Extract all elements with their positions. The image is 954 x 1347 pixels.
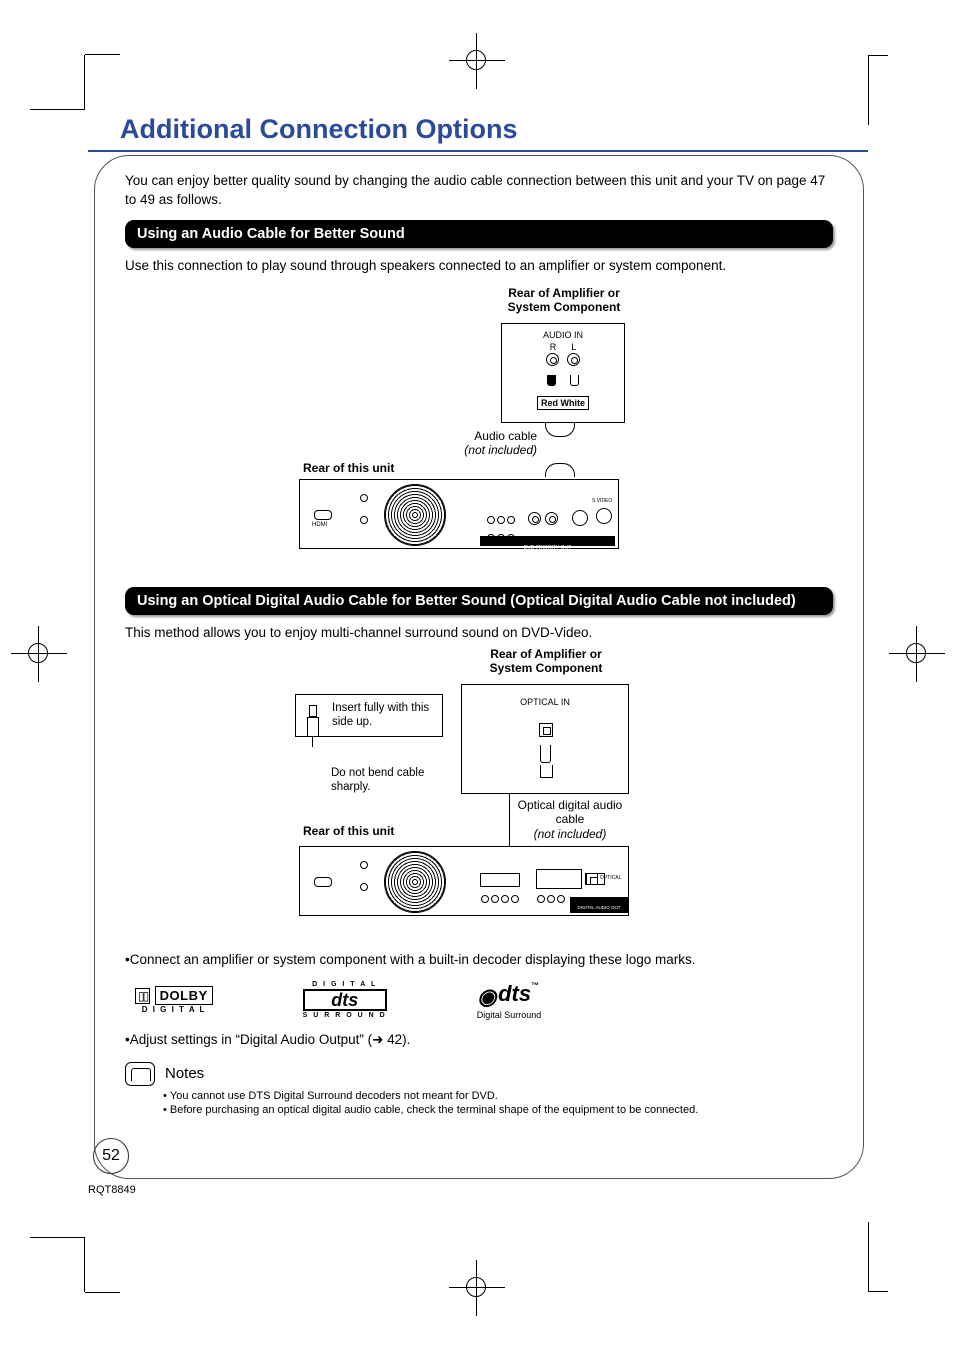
plug-tip-icon [540,765,553,778]
notes-heading-row: Notes [125,1062,833,1086]
content-frame: You can enjoy better quality sound by ch… [94,155,864,1179]
insert-text-1: Insert fully with this side up. [332,702,429,728]
document-number: RQT8849 [88,1184,136,1196]
optical-plug-icon [302,701,324,739]
output-strip: DIGITAL AUDIO OUT (PCM/BITSTREAM) [570,897,628,913]
section-heading-audio-cable: Using an Audio Cable for Better Sound [125,220,833,248]
registration-mark-icon [906,643,926,663]
rca-jack-icon [545,512,558,525]
fan-icon [384,484,446,546]
dolby-logo-icon: ▯▯ DOLBY D I G I T A L [135,986,213,1014]
dolby-text: DOLBY [155,986,213,1005]
plug-icon [570,375,579,386]
diagram-optical-cable: Rear of Amplifier or System Component OP… [125,648,833,948]
cable-line [545,463,575,477]
unit-label: Rear of this unit [303,824,394,838]
dts-surround-logo-icon: D I G I T A L dts S U R R O U N D [303,981,387,1019]
screw-icon [360,883,368,891]
insert-instructions: Insert fully with this side up. [295,694,443,737]
dts-surround: S U R R O U N D [303,1012,387,1019]
crop-mark-icon [30,55,85,110]
section2-body: This method allows you to enjoy multi-ch… [125,625,833,640]
dts2-sub: Digital Surround [477,1010,542,1020]
cable-label: Optical digital audio cable (not include… [515,798,625,841]
amp-label: Rear of Amplifier or System Component [471,648,621,676]
output-strip: DVD PRIORITY OUT [480,536,615,546]
unit-label: Rear of this unit [303,461,394,475]
amp-rear-panel: OPTICAL IN [461,684,629,794]
adjust-note: •Adjust settings in “Digital Audio Outpu… [125,1032,833,1048]
crop-mark-icon [868,55,888,125]
notes-list: You cannot use DTS Digital Surround deco… [163,1090,833,1116]
amp-label: Rear of Amplifier or System Component [489,287,639,315]
dts-digital: D I G I T A L [303,981,387,988]
port-group [536,869,582,889]
svideo-label: S VIDEO [592,498,612,504]
connect-note: •Connect an amplifier or system componen… [125,952,833,967]
diagram-audio-cable: Rear of Amplifier or System Component AU… [125,281,833,581]
unit-rear-panel: OPTICAL DIGITAL AUDIO OUT (PCM/BITSTREAM… [299,846,629,916]
rca-jack-icon [572,510,588,526]
notes-item: Before purchasing an optical digital aud… [163,1104,833,1116]
crop-mark-icon [30,1237,85,1292]
audio-jacks [528,512,558,530]
slot-icon [314,877,332,887]
fan-icon [384,851,446,913]
cable-name: Optical digital audio cable [518,798,623,826]
dts2-top: ◉dts™ [477,981,542,1010]
rca-jack-icon [567,353,580,366]
rca-jack-icon [546,353,559,366]
l-label: L [571,342,576,352]
cable-name: Audio cable [474,429,537,443]
connect-note-text: Connect an amplifier or system component… [130,952,696,967]
audio-in-label: AUDIO IN [502,324,624,340]
svideo-jack-icon [596,508,612,524]
plug-icon [547,375,556,386]
rca-jack-icon [528,512,541,525]
section1-body: Use this connection to play sound throug… [125,258,833,273]
optical-port-icon [539,723,553,737]
cable-line [545,423,575,437]
r-label: R [550,342,557,352]
insert-text-2: Do not bend cable sharply. [331,766,441,795]
registration-mark-icon [466,50,486,70]
optical-in-label: OPTICAL IN [462,685,628,707]
jack-cluster [536,891,566,909]
registration-mark-icon [28,643,48,663]
title-rule [88,150,868,152]
intro-text: You can enjoy better quality sound by ch… [125,172,833,210]
screw-icon [360,861,368,869]
dts-mid: dts [303,989,387,1011]
strip-line1: DIGITAL AUDIO OUT [577,905,620,910]
cable-note: (not included) [534,827,607,841]
logo-row: ▯▯ DOLBY D I G I T A L D I G I T A L dts… [135,981,833,1020]
output-strip-label: DVD PRIORITY OUT [524,545,571,551]
screw-icon [360,494,368,502]
dts-digital-surround-logo-icon: ◉dts™ Digital Surround [477,981,542,1020]
notes-item: You cannot use DTS Digital Surround deco… [163,1090,833,1102]
cable-label: Audio cable (not included) [427,429,537,458]
dolby-sub: D I G I T A L [135,1005,213,1014]
page-number: 52 [93,1138,129,1174]
red-white-label: Red White [537,396,589,410]
optical-port-icon [586,873,598,885]
strip-line2: (PCM/BITSTREAM) [579,921,619,926]
port-icon [480,873,520,887]
unit-rear-panel: HDMI S VIDEO DVD PRIORITY OUT [299,479,619,549]
registration-mark-icon [466,1277,486,1297]
adjust-note-text: Adjust settings in “Digital Audio Output… [130,1032,411,1047]
notes-title: Notes [165,1065,204,1082]
crop-mark-icon [868,1222,888,1292]
amp-rear-panel: AUDIO IN R L Red White [501,323,625,423]
notes-icon [125,1062,155,1086]
section-heading-optical: Using an Optical Digital Audio Cable for… [125,587,833,615]
slot-icon [314,510,332,520]
optical-small-label: OPTICAL [600,875,621,881]
cable-note: (not included) [464,443,537,457]
jack-cluster [480,891,520,909]
page-title: Additional Connection Options [120,114,517,145]
screw-icon [360,516,368,524]
hdmi-label: HDMI [312,522,327,528]
